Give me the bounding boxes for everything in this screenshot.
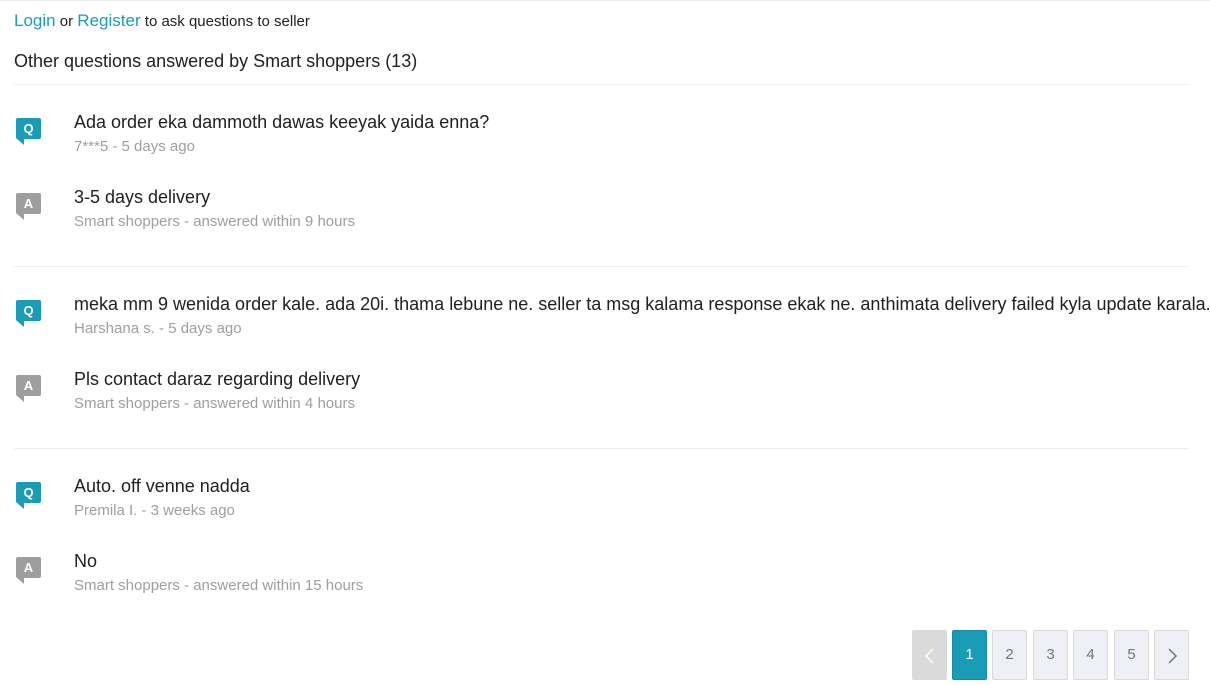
question-meta: 7***5 - 5 days ago: [74, 138, 195, 155]
answer-item: A 3-5 days delivery Smart shoppers - ans…: [14, 187, 1194, 253]
login-prompt: Login or Register to ask questions to se…: [14, 11, 310, 31]
answer-meta: Smart shoppers - answered within 15 hour…: [74, 577, 364, 594]
answer-icon: A: [16, 193, 41, 222]
chevron-left-icon: [924, 648, 934, 664]
page-button-5[interactable]: 5: [1114, 630, 1149, 680]
question-meta: Premila I. - 3 weeks ago: [74, 502, 235, 519]
question-item: Q meka mm 9 wenida order kale. ada 20i. …: [14, 294, 1210, 360]
question-icon: Q: [16, 118, 41, 147]
chevron-right-icon: [1168, 648, 1178, 664]
answer-item: A No Smart shoppers - answered within 15…: [14, 551, 1194, 617]
question-item: Q Auto. off venne nadda Premila I. - 3 w…: [14, 476, 1194, 542]
divider: [14, 84, 1189, 85]
divider: [14, 448, 1189, 449]
login-suffix-text: to ask questions to seller: [144, 13, 310, 30]
question-icon: Q: [16, 482, 41, 511]
question-icon: Q: [16, 300, 41, 329]
question-text: Ada order eka dammoth dawas keeyak yaida…: [74, 112, 490, 132]
section-title: Other questions answered by Smart shoppe…: [14, 51, 418, 71]
answer-icon: A: [16, 557, 41, 586]
answer-text: 3-5 days delivery: [74, 187, 211, 207]
answer-icon: A: [16, 375, 41, 404]
answer-item: A Pls contact daraz regarding delivery S…: [14, 369, 1194, 435]
question-meta: Harshana s. - 5 days ago: [74, 320, 242, 337]
next-page-button[interactable]: [1154, 630, 1189, 680]
top-border: [0, 0, 1210, 1]
question-text: Auto. off venne nadda: [74, 476, 250, 496]
answer-meta: Smart shoppers - answered within 9 hours: [74, 213, 355, 230]
answer-text: Pls contact daraz regarding delivery: [74, 369, 361, 389]
page-button-4[interactable]: 4: [1073, 630, 1108, 680]
question-item: Q Ada order eka dammoth dawas keeyak yai…: [14, 112, 1194, 178]
divider: [14, 266, 1189, 267]
page-button-3[interactable]: 3: [1033, 630, 1068, 680]
answer-meta: Smart shoppers - answered within 4 hours: [74, 395, 355, 412]
page-button-1[interactable]: 1: [952, 630, 987, 680]
page-button-2[interactable]: 2: [992, 630, 1027, 680]
login-link[interactable]: Login: [14, 11, 56, 30]
or-text: or: [59, 13, 74, 30]
answer-text: No: [74, 551, 98, 571]
prev-page-button[interactable]: [912, 630, 947, 680]
question-text: meka mm 9 wenida order kale. ada 20i. th…: [74, 294, 1210, 314]
register-link[interactable]: Register: [77, 11, 140, 30]
